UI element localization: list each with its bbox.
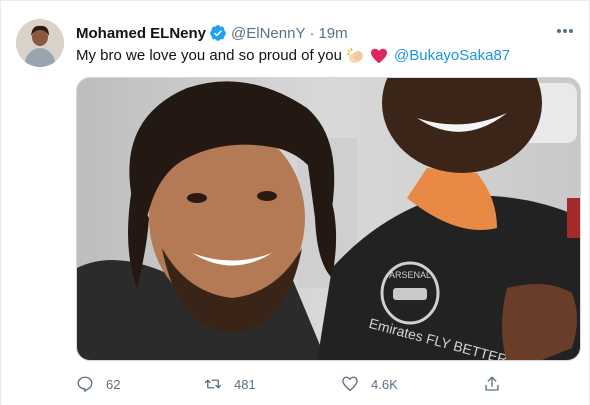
avatar-image: [16, 19, 64, 67]
retweet-count: 481: [234, 376, 256, 392]
reply-button[interactable]: 62: [76, 373, 120, 395]
reply-icon: [77, 376, 93, 393]
share-button[interactable]: [483, 373, 501, 395]
avatar[interactable]: [16, 19, 64, 67]
share-icon: [485, 376, 499, 391]
verified-badge-icon: [209, 24, 227, 42]
clapping-hands-icon: [346, 47, 366, 65]
mention-link[interactable]: @BukayoSaka87: [394, 46, 510, 66]
crest-text: ARSENAL: [389, 270, 431, 280]
like-count: 4.6K: [371, 376, 398, 392]
separator-dot: ·: [309, 24, 315, 42]
timestamp[interactable]: 19m: [318, 25, 347, 42]
author-name[interactable]: Mohamed ELNeny: [76, 25, 206, 42]
author-handle[interactable]: @ElNennY: [231, 25, 305, 42]
tweet-header: Mohamed ELNeny @ElNennY · 19m: [76, 23, 348, 43]
more-options-icon[interactable]: [553, 21, 577, 41]
tweet-photo[interactable]: ARSENAL Emirates FLY BETTER: [76, 77, 581, 361]
tweet-actions: 62 481 4.6K: [76, 373, 516, 395]
retweet-button[interactable]: 481: [204, 373, 256, 395]
heart-icon: [370, 48, 388, 64]
selfie-photo: ARSENAL Emirates FLY BETTER: [77, 78, 580, 360]
tweet-text: My bro we love you and so proud of you @…: [76, 46, 510, 66]
like-button[interactable]: 4.6K: [341, 373, 398, 395]
reply-count: 62: [106, 376, 121, 392]
heart-outline-icon: [342, 376, 358, 392]
tweet-body: My bro we love you and so proud of you: [76, 47, 342, 64]
retweet-icon: [204, 379, 222, 389]
tweet-card[interactable]: Mohamed ELNeny @ElNennY · 19m My bro we …: [0, 0, 590, 405]
